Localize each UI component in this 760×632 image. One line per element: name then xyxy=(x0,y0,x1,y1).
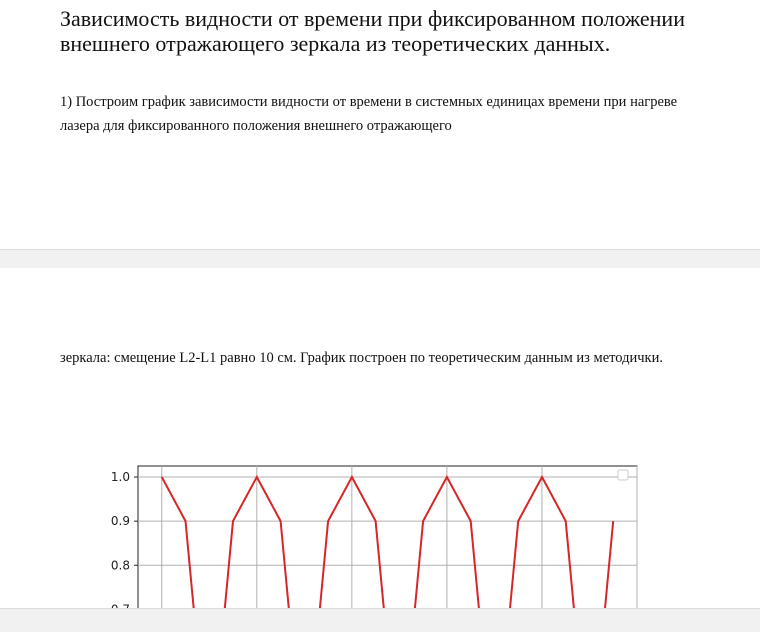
y-tick-label: 1.0 xyxy=(111,470,130,484)
y-tick-label: 0.9 xyxy=(111,514,130,528)
plot-frame xyxy=(138,466,637,610)
legend-box xyxy=(618,470,628,480)
paragraph-continuation: зеркала: смещение L2-L1 равно 10 см. Гра… xyxy=(60,346,720,370)
page-gap xyxy=(0,249,760,269)
visibility-chart: 1.00.90.80.7 xyxy=(95,458,655,610)
page-gap-bottom xyxy=(0,608,760,632)
section-heading: Зависимость видности от времени при фикс… xyxy=(60,6,720,56)
document-page-2: зеркала: смещение L2-L1 равно 10 см. Гра… xyxy=(0,268,760,608)
y-tick-labels: 1.00.90.80.7 xyxy=(111,470,138,610)
y-tick-label: 0.8 xyxy=(111,558,130,572)
paragraph-intro: 1) Построим график зависимости видности … xyxy=(60,90,720,138)
document-page-1: Зависимость видности от времени при фикс… xyxy=(0,0,760,249)
